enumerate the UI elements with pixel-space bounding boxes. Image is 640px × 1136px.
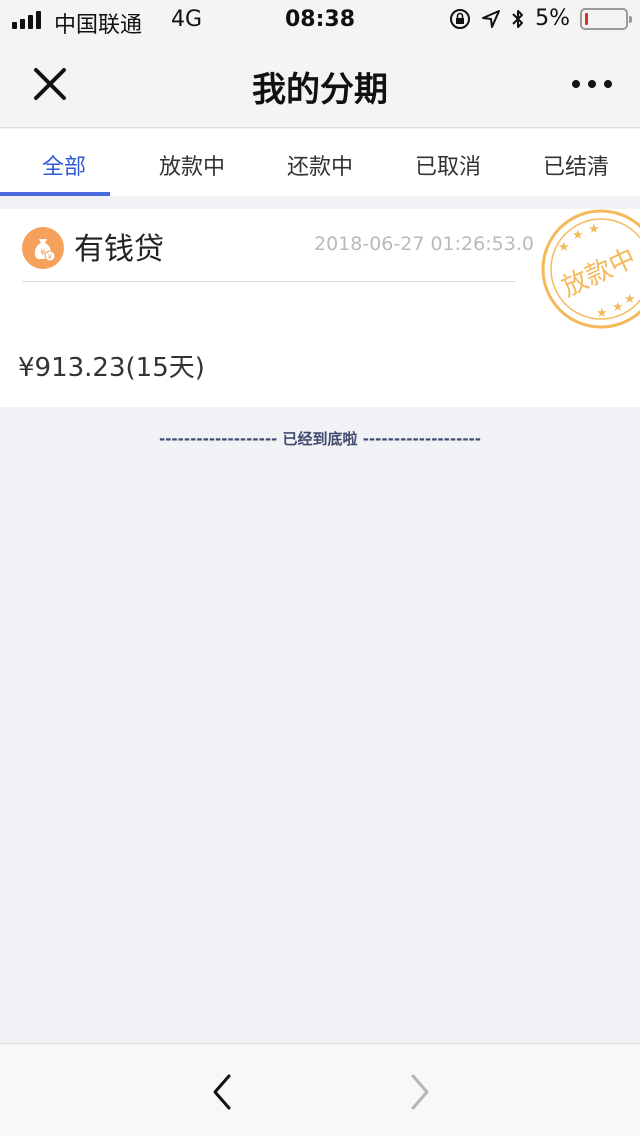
status-bar: 中国联通 4G 08:38 5% xyxy=(0,0,640,40)
orientation-lock-icon xyxy=(450,8,471,29)
svg-text:★: ★ xyxy=(612,300,624,315)
svg-text:★: ★ xyxy=(572,228,584,243)
loan-amount: ¥913.23(15天) xyxy=(18,353,205,383)
svg-text:★: ★ xyxy=(558,240,570,255)
svg-text:¥: ¥ xyxy=(48,253,53,261)
tab-disbursing[interactable]: 放款中 xyxy=(128,129,256,196)
tab-bar: 全部 放款中 还款中 已取消 已结清 xyxy=(0,129,640,196)
battery-icon xyxy=(580,7,632,30)
back-arrow-icon[interactable] xyxy=(207,1072,237,1112)
lender-name: 有钱贷 xyxy=(74,232,164,267)
end-of-list-note: ------------------- 已经到底啦 --------------… xyxy=(158,430,482,448)
loan-time: 2018-06-27 01:26:53.0 xyxy=(314,233,534,255)
nav-bar: 我的分期 xyxy=(0,40,640,128)
bluetooth-icon xyxy=(512,9,524,28)
loan-card[interactable]: ¥ ¥ 有钱贷 2018-06-27 01:26:53.0 ¥913.23(15… xyxy=(0,209,640,407)
tab-cancelled[interactable]: 已取消 xyxy=(384,129,512,196)
money-bag-icon: ¥ ¥ xyxy=(22,227,64,269)
svg-text:★: ★ xyxy=(596,306,608,321)
forward-arrow-icon[interactable] xyxy=(405,1072,435,1112)
divider xyxy=(22,281,516,282)
more-icon[interactable] xyxy=(572,80,612,88)
svg-text:★: ★ xyxy=(588,222,600,237)
tab-repaying[interactable]: 还款中 xyxy=(256,129,384,196)
browser-toolbar xyxy=(0,1043,640,1136)
tab-all[interactable]: 全部 xyxy=(0,129,128,196)
page-title: 我的分期 xyxy=(252,70,388,110)
tab-settled[interactable]: 已结清 xyxy=(512,129,640,196)
location-icon xyxy=(482,9,501,28)
battery-percent: 5% xyxy=(535,6,570,31)
status-stamp: ★ ★ ★ ★ ★ ★ 放款中 xyxy=(541,209,640,329)
svg-text:★: ★ xyxy=(624,292,636,307)
